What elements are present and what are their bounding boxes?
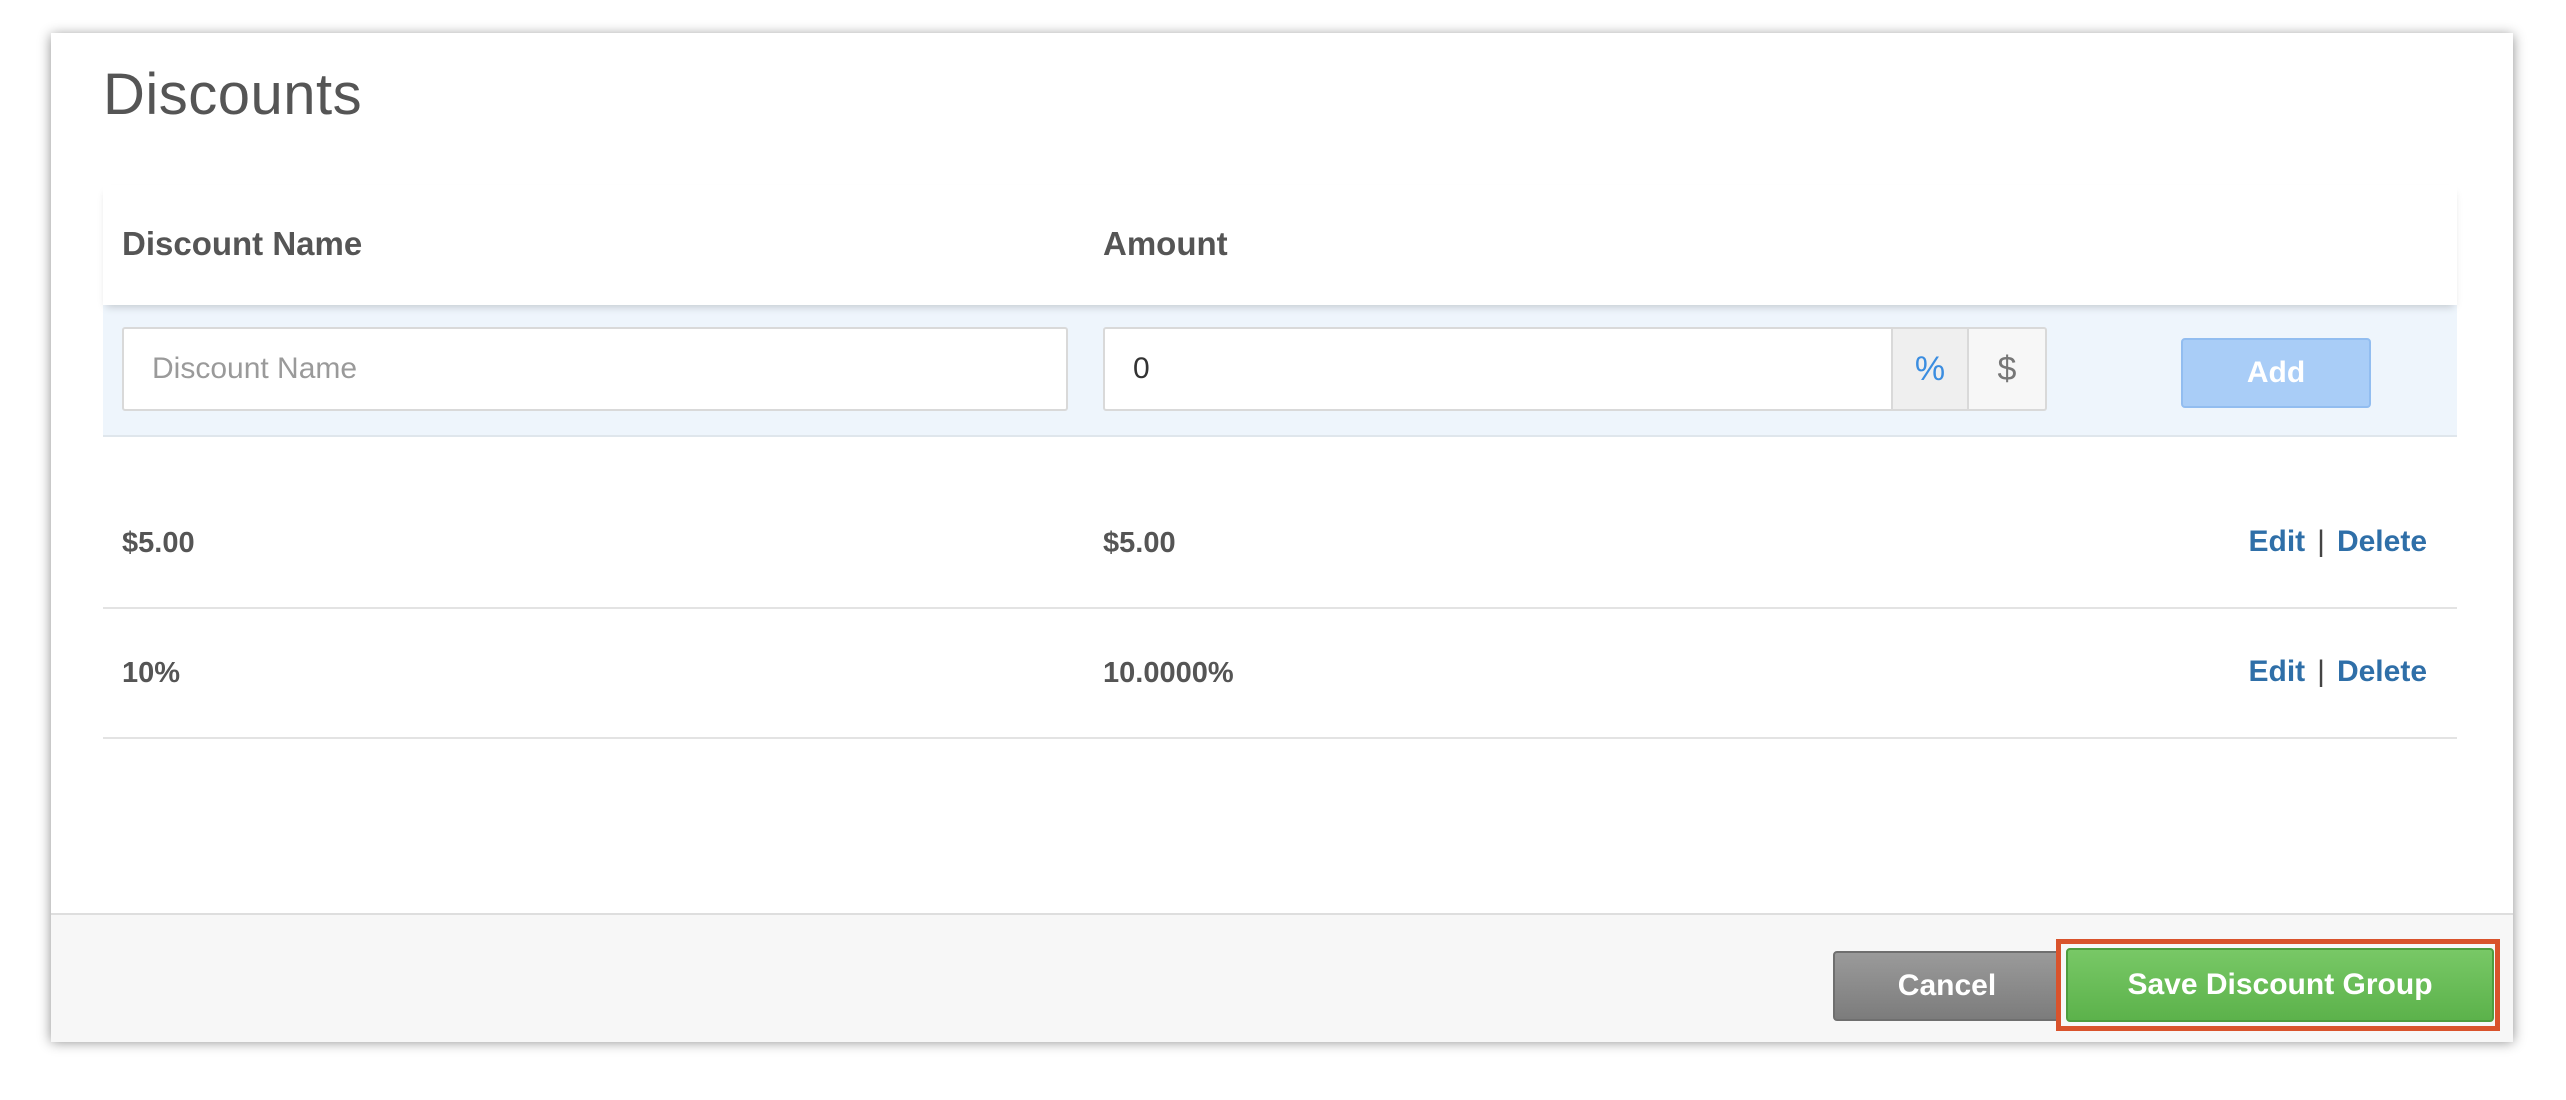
discount-amount-cell: $5.00 — [1103, 527, 1176, 559]
row-actions: Edit | Delete — [2248, 655, 2427, 689]
delete-link[interactable]: Delete — [2337, 655, 2427, 688]
discount-name-cell: $5.00 — [122, 527, 195, 559]
percent-icon: % — [1914, 349, 1946, 388]
column-header-name: Discount Name — [122, 225, 363, 262]
add-discount-row: % $ Add — [103, 305, 2457, 437]
action-separator: | — [2317, 655, 2325, 688]
dollar-icon: $ — [1997, 349, 2017, 388]
modal-footer: Cancel Save Discount Group — [51, 913, 2513, 1042]
discount-name-input[interactable] — [122, 327, 1068, 411]
column-header-amount: Amount — [1103, 225, 1228, 262]
edit-link[interactable]: Edit — [2248, 525, 2305, 558]
table-row: 10% 10.0000% Edit | Delete — [103, 609, 2457, 739]
row-actions: Edit | Delete — [2248, 525, 2427, 559]
percent-toggle-button[interactable]: % — [1891, 327, 1969, 411]
delete-link[interactable]: Delete — [2337, 525, 2427, 558]
discount-amount-cell: 10.0000% — [1103, 657, 1234, 689]
save-discount-group-button[interactable]: Save Discount Group — [2066, 948, 2494, 1022]
action-separator: | — [2317, 525, 2325, 558]
add-button[interactable]: Add — [2181, 338, 2371, 408]
table-header: Discount Name Amount — [103, 185, 2457, 305]
table-row: $5.00 $5.00 Edit | Delete — [103, 479, 2457, 609]
discount-name-cell: 10% — [122, 657, 181, 689]
cancel-button[interactable]: Cancel — [1833, 951, 2061, 1021]
page-title: Discounts — [103, 62, 363, 127]
dollar-toggle-button[interactable]: $ — [1969, 327, 2047, 411]
discounts-table: Discount Name Amount % $ Add $5.00 $5.00… — [103, 185, 2457, 739]
discount-amount-input[interactable] — [1103, 327, 1893, 411]
edit-link[interactable]: Edit — [2248, 655, 2305, 688]
discounts-modal: Discounts Discount Name Amount % $ Add $… — [51, 33, 2513, 1042]
